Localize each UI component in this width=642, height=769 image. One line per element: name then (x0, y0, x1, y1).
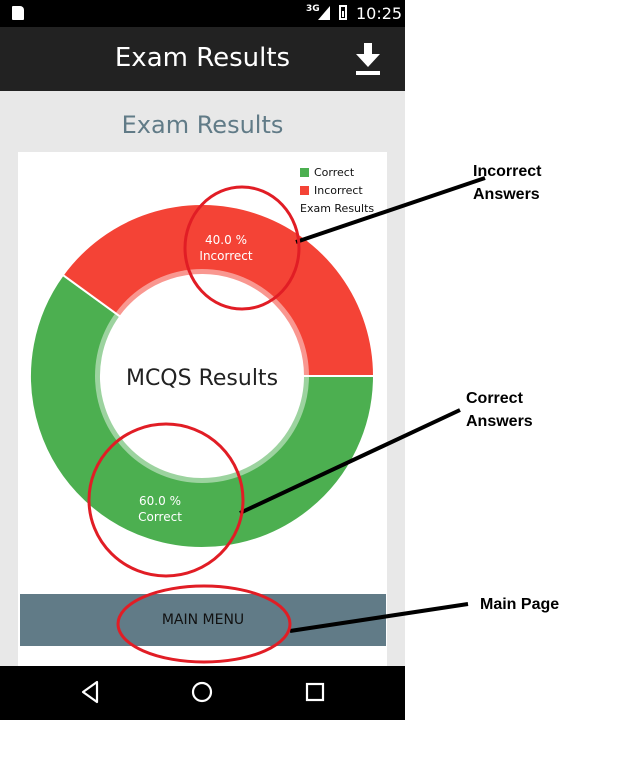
incorrect-answers-annotation: Incorrect Answers (473, 160, 541, 206)
correct-pointer-line (239, 408, 461, 515)
annotation-line: Answers (466, 413, 533, 430)
main-page-pointer-line (289, 602, 469, 633)
annotation-overlay (87, 176, 486, 664)
incorrect-highlight-ellipse (183, 185, 301, 311)
incorrect-pointer-line (295, 176, 486, 244)
main-menu-highlight-ellipse (116, 584, 292, 664)
main-page-annotation: Main Page (480, 596, 560, 613)
annotation-line: Incorrect (473, 163, 542, 180)
correct-answers-annotation: Correct Answers (466, 387, 533, 433)
annotation-line: Correct (466, 390, 523, 407)
annotation-line: Answers (473, 186, 540, 203)
correct-highlight-ellipse (87, 422, 245, 578)
